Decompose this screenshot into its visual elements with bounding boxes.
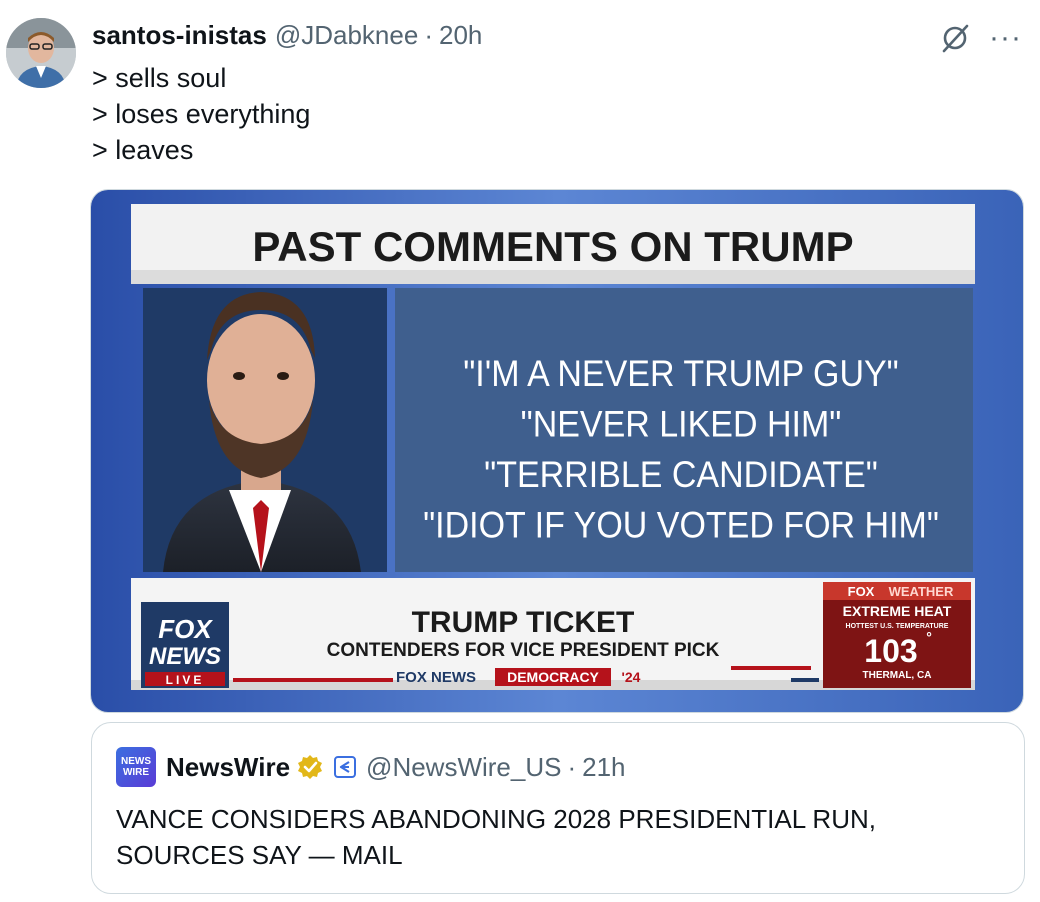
ticker-tag: DEMOCRACY [507, 669, 599, 685]
fox-logo-text: NEWS [149, 643, 221, 670]
fox-logo-text: FOX [158, 614, 213, 644]
more-icon[interactable]: ··· [989, 23, 1022, 53]
tweet-media[interactable]: PAST COMMENTS ON TRUMP "I'M A NEVER TRUM… [90, 189, 1024, 713]
tweet-text-line: > sells soul [92, 63, 227, 93]
newswire-logo[interactable]: NEWS WIRE [116, 747, 156, 787]
quoted-tweet[interactable]: NEWS WIRE NewsWire @NewsWire_US · 21h VA… [91, 722, 1025, 894]
separator-dot: · [567, 751, 577, 782]
tweet-actions-top: ··· [939, 22, 1022, 54]
author-handle[interactable]: @JDabknee [275, 20, 418, 51]
quoted-author-handle[interactable]: @NewsWire_US [366, 752, 561, 783]
tweet-text: > sells soul > loses everything > leaves [92, 60, 310, 168]
weather-degree: ° [926, 629, 932, 645]
affiliate-badge-icon[interactable] [334, 756, 357, 778]
tweet-header: santos-inistas @JDabknee · 20h [92, 20, 482, 51]
ticker-brand: FOX NEWS [396, 669, 476, 686]
quoted-tweet-header: NEWS WIRE NewsWire @NewsWire_US · 21h [116, 747, 626, 787]
weather-location: THERMAL, CA [863, 670, 932, 681]
tweet[interactable]: santos-inistas @JDabknee · 20h ··· > sel… [0, 0, 1040, 902]
grok-icon[interactable] [939, 22, 971, 54]
media-quote: "I'M A NEVER TRUMP GUY" [463, 352, 899, 394]
avatar[interactable] [6, 18, 76, 88]
tweet-text-line: > leaves [92, 135, 194, 165]
ticker-title: TRUMP TICKET [412, 606, 635, 639]
separator-dot: · [424, 20, 433, 50]
media-quote: "IDIOT IF YOU VOTED FOR HIM" [423, 504, 939, 546]
tweet-timestamp[interactable]: 20h [439, 20, 482, 51]
fox-live-label: LIVE [166, 673, 205, 687]
quoted-tweet-timestamp[interactable]: 21h [582, 752, 625, 783]
newswire-logo-text: NEWS [121, 756, 151, 767]
author-display-name[interactable]: santos-inistas [92, 20, 267, 51]
newswire-logo-text: WIRE [122, 767, 150, 778]
verified-badge-icon [298, 755, 323, 779]
avatar-image [6, 18, 76, 88]
weather-brand: WEATHER [889, 584, 954, 599]
quoted-tweet-text: VANCE CONSIDERS ABANDONING 2028 PRESIDEN… [116, 804, 876, 870]
media-quote: "NEVER LIKED HIM" [521, 403, 842, 445]
media-headline: PAST COMMENTS ON TRUMP [252, 223, 853, 270]
quoted-author-name[interactable]: NewsWire [166, 752, 290, 783]
media-quote: "TERRIBLE CANDIDATE" [484, 454, 878, 496]
weather-subtitle: HOTTEST U.S. TEMPERATURE [846, 623, 949, 630]
ticker-year: '24 [622, 669, 641, 685]
weather-alert: EXTREME HEAT [843, 603, 952, 619]
ticker-subtitle: CONTENDERS FOR VICE PRESIDENT PICK [327, 640, 720, 661]
weather-temperature: 103 [864, 633, 917, 669]
tweet-text-line: > loses everything [92, 99, 311, 129]
weather-brand: FOX [848, 584, 875, 599]
media-image: PAST COMMENTS ON TRUMP "I'M A NEVER TRUM… [91, 190, 1023, 712]
